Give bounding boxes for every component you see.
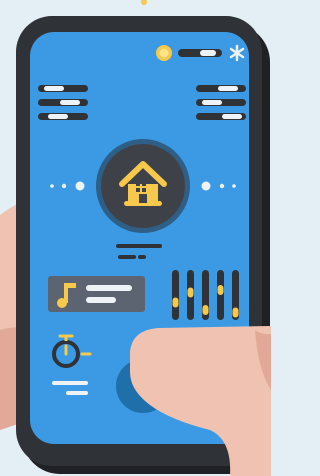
equalizer-knob[interactable]	[217, 285, 224, 295]
equalizer-knob[interactable]	[232, 307, 239, 318]
sun-icon	[156, 45, 172, 61]
smart-home-app-illustration	[0, 0, 271, 476]
equalizer-track	[172, 270, 179, 320]
music-subtitle-line	[86, 297, 116, 303]
timer-label-line-2	[66, 391, 88, 395]
timer-label-line-1	[52, 381, 88, 385]
illustration-canvas	[0, 0, 271, 476]
hub-caption-line-1	[116, 244, 162, 248]
hub-caption-line-2	[118, 255, 136, 259]
music-title-line	[86, 285, 132, 291]
right-sliders-icon[interactable]	[196, 85, 246, 120]
music-card[interactable]	[48, 276, 145, 312]
hub-caption-line-3	[138, 255, 146, 259]
toggle-switch-icon[interactable]	[178, 49, 222, 57]
left-sliders-icon[interactable]	[38, 85, 88, 120]
equalizer-knob[interactable]	[202, 305, 209, 315]
equalizer-knob[interactable]	[187, 287, 194, 298]
home-hub-button[interactable]	[96, 139, 190, 233]
equalizer-knob[interactable]	[172, 297, 179, 308]
